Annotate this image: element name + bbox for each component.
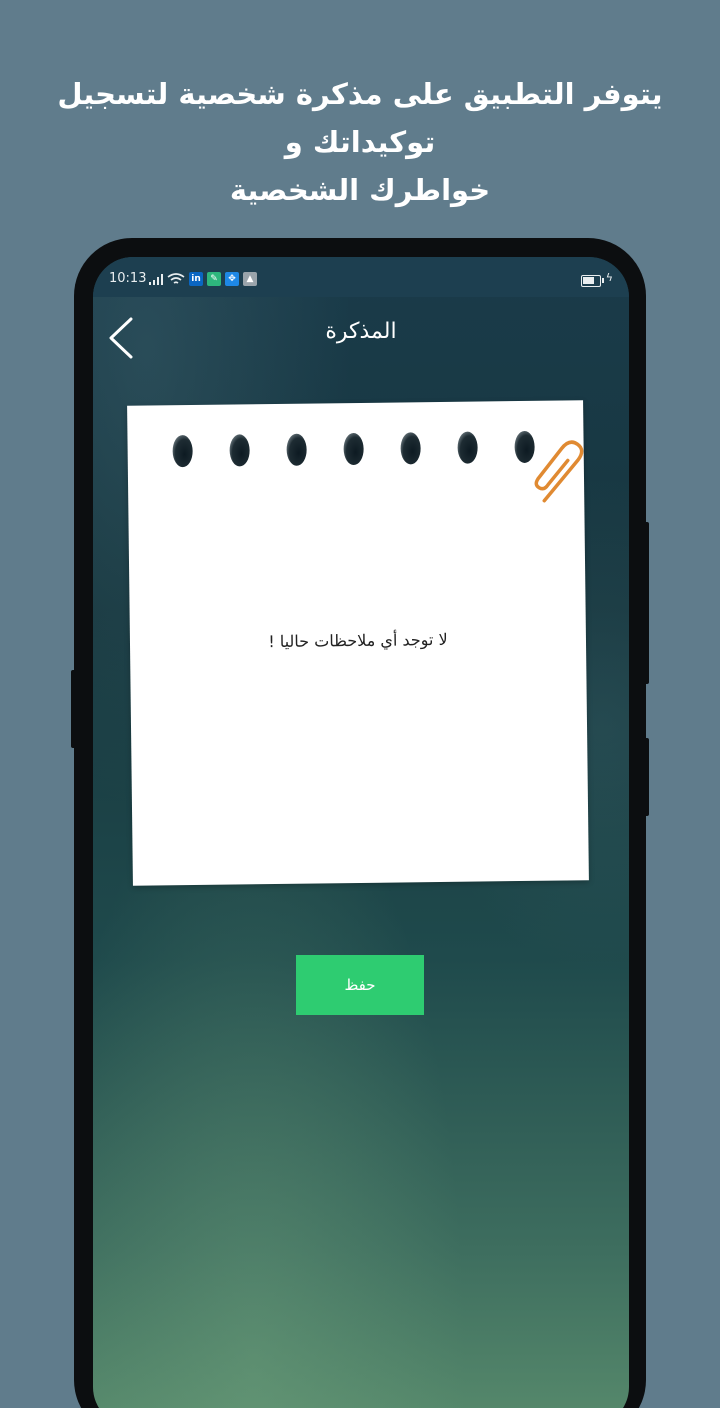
notebook-hole <box>457 431 478 464</box>
app-notification-icon: ✎ <box>207 272 221 286</box>
status-bar: 10:13 in ✎ ✥ ▲ ϟ <box>93 257 629 297</box>
linkedin-icon: in <box>189 272 203 286</box>
phone-frame: 10:13 in ✎ ✥ ▲ ϟ المذكرة لا توجد أي ملاح… <box>74 238 646 1408</box>
promo-line-1: يتوفر التطبيق على مذكرة شخصية لتسجيل توك… <box>57 77 663 159</box>
promo-heading: يتوفر التطبيق على مذكرة شخصية لتسجيل توك… <box>10 70 710 214</box>
status-icons: in ✎ ✥ ▲ <box>149 272 257 286</box>
charging-icon: ϟ <box>605 271 613 284</box>
notebook-holes <box>172 430 542 476</box>
status-time: 10:13 <box>109 271 147 286</box>
notebook-hole <box>400 432 421 465</box>
notebook-hole <box>286 433 307 466</box>
note-card[interactable]: لا توجد أي ملاحظات حاليا ! <box>127 400 589 886</box>
notebook-hole <box>343 432 364 466</box>
page-title: المذكرة <box>325 319 397 344</box>
promo-line-2: خواطرك الشخصية <box>229 173 491 207</box>
save-button[interactable]: حفظ <box>296 955 424 1015</box>
battery-level <box>583 277 594 284</box>
vpn-icon: ✥ <box>225 272 239 286</box>
paperclip-icon <box>534 440 584 503</box>
empty-notes-message: لا توجد أي ملاحظات حاليا ! <box>268 629 448 652</box>
battery-icon <box>581 275 604 287</box>
wifi-icon <box>167 272 185 284</box>
notebook-hole <box>172 435 193 468</box>
phone-screen: 10:13 in ✎ ✥ ▲ ϟ المذكرة لا توجد أي ملاح… <box>93 257 629 1408</box>
gallery-icon: ▲ <box>243 272 257 286</box>
signal-icon <box>149 274 163 285</box>
notebook-hole <box>229 434 250 467</box>
